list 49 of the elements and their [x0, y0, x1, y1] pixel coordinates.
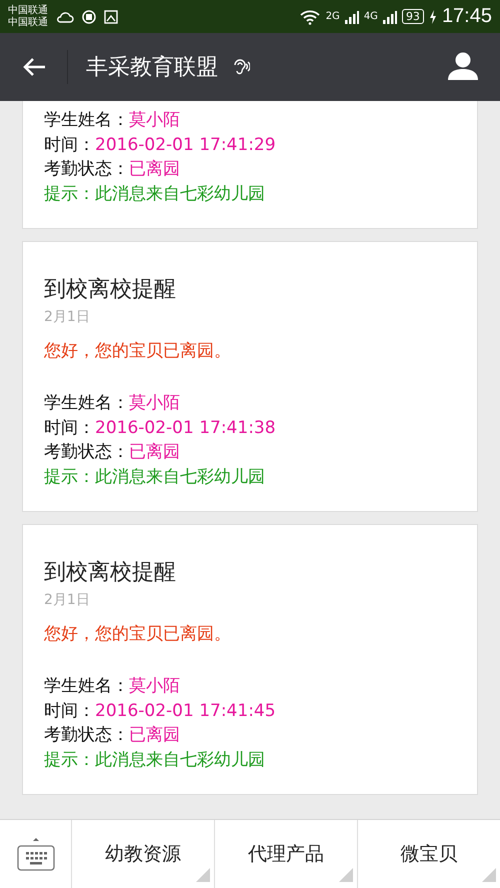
message-date: 2月1日: [44, 591, 90, 610]
field-label: 考勤状态：: [44, 442, 129, 462]
charging-icon: [428, 10, 437, 24]
message-date: 2月1日: [44, 308, 90, 327]
field-value: 莫小陌: [129, 110, 180, 130]
corner-triangle-icon: [339, 868, 353, 882]
message-title: 到校离校提醒: [44, 559, 176, 587]
badge-icon: [82, 10, 96, 24]
field-value: 2016-02-01 17:41:29: [95, 134, 276, 154]
field-value: 莫小陌: [129, 393, 180, 413]
field-value: 已离园: [129, 159, 180, 179]
carrier-text: 中国联通: [8, 4, 48, 16]
field-label: 考勤状态：: [44, 159, 129, 179]
tip-text: 提示：此消息来自七彩幼儿园: [44, 184, 265, 204]
signal-icon: [344, 10, 359, 24]
keyboard-icon: [16, 837, 54, 871]
field-label: 时间：: [44, 700, 95, 720]
field-value: 2016-02-01 17:41:45: [95, 700, 276, 720]
greeting-text: 您好，您的宝贝已离园。: [44, 340, 231, 363]
field-value: 已离园: [129, 442, 180, 462]
tip-text: 提示：此消息来自七彩幼儿园: [44, 466, 265, 486]
corner-triangle-icon: [196, 868, 210, 882]
field-label: 学生姓名：: [44, 676, 129, 696]
wifi-icon: [298, 8, 321, 24]
field-value: 莫小陌: [129, 676, 180, 696]
tip-text: 提示：此消息来自七彩幼儿园: [44, 750, 265, 770]
cloud-icon: [56, 10, 74, 24]
back-arrow-icon: [22, 57, 46, 77]
chat-title: 丰采教育联盟: [86, 54, 218, 82]
signal-icon: [382, 10, 397, 24]
battery-level: 93: [402, 9, 424, 24]
image-icon: [104, 10, 118, 24]
carrier-text: 中国联通: [8, 16, 48, 28]
field-label: 学生姓名：: [44, 393, 129, 413]
profile-button[interactable]: [448, 52, 478, 82]
field-value: 2016-02-01 17:41:38: [95, 418, 276, 438]
corner-triangle-icon: [482, 868, 496, 882]
field-value: 已离园: [129, 725, 180, 745]
field-label: 时间：: [44, 418, 95, 438]
field-label: 考勤状态：: [44, 725, 129, 745]
person-icon: [448, 52, 478, 80]
message-title: 到校离校提醒: [44, 276, 176, 304]
clock-time: 17:45: [442, 5, 492, 28]
greeting-text: 您好，您的宝贝已离园。: [44, 623, 231, 646]
field-label: 学生姓名：: [44, 110, 129, 130]
ear-icon: [232, 58, 250, 76]
field-label: 时间：: [44, 134, 95, 154]
network-label: 2G: [326, 10, 340, 22]
network-label: 4G: [364, 10, 378, 22]
